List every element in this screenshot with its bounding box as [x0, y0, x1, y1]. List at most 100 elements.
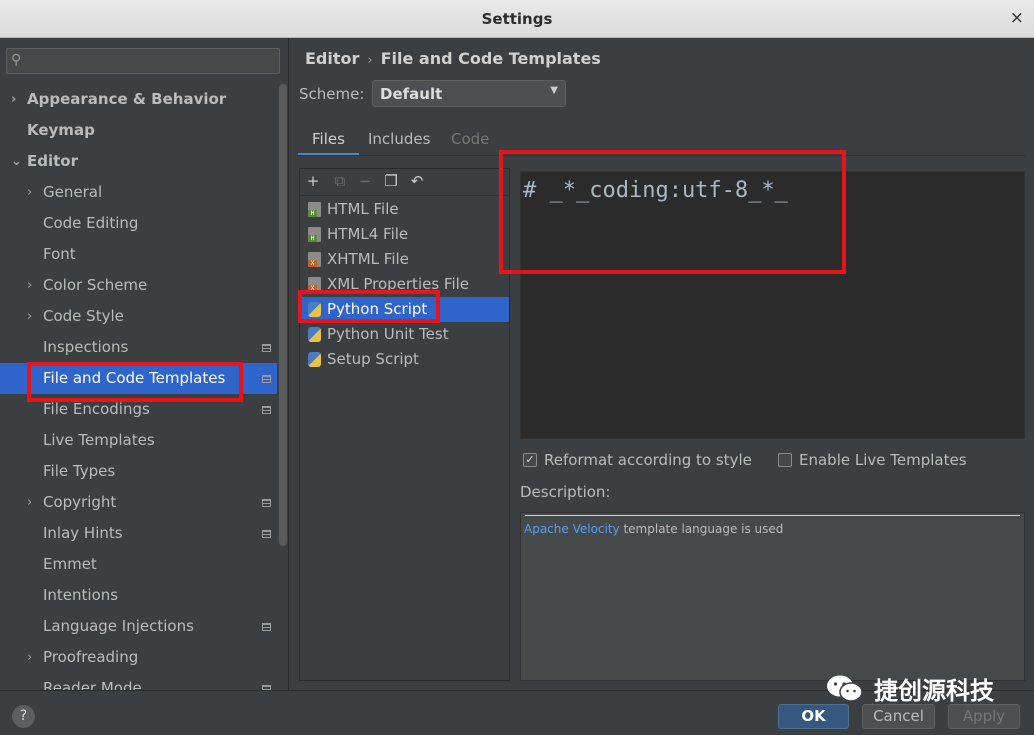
help-button[interactable]: ? [12, 705, 35, 728]
description-text: Apache Velocity template language is use… [524, 522, 783, 536]
wechat-logo [827, 675, 863, 702]
chevron-right-icon[interactable]: › [27, 301, 32, 332]
checkbox-unchecked-icon[interactable] [778, 453, 792, 467]
search-input[interactable]: ⚲ [6, 48, 280, 74]
html4-file-icon: H [308, 227, 321, 242]
annotation-box-code [499, 150, 846, 274]
sidebar-item-code-style[interactable]: › Code Style [0, 301, 277, 332]
live-templates-checkbox[interactable]: Enable Live Templates [778, 450, 967, 470]
close-icon[interactable]: × [1010, 8, 1024, 28]
ok-button[interactable]: OK [778, 704, 849, 729]
sidebar-item-label: Code Editing [43, 214, 139, 232]
breadcrumb: Editor › File and Code Templates [305, 49, 601, 68]
sidebar-item-live-templates[interactable]: Live Templates [0, 425, 277, 456]
tab-includes[interactable]: Includes [354, 126, 444, 156]
sidebar-item-label: General [43, 183, 103, 201]
sidebar-item-label: Intentions [43, 586, 119, 604]
apache-velocity-link[interactable]: Apache Velocity [524, 522, 620, 536]
add-child-icon[interactable]: ⧉ [331, 172, 349, 190]
sidebar-item-file-types[interactable]: File Types [0, 456, 277, 487]
template-item-python-unit-test[interactable]: Python Unit Test [300, 322, 509, 347]
templates-toolbar: + ⧉ − ❐ ↶ [300, 169, 509, 196]
template-label: Python Unit Test [327, 325, 449, 343]
reformat-checkbox[interactable]: ✓ Reformat according to style [523, 450, 752, 470]
sidebar-item-general[interactable]: › General [0, 177, 277, 208]
watermark-text: 捷创源科技 [874, 677, 994, 705]
description-divider [525, 515, 1020, 516]
chevron-right-icon[interactable]: › [27, 487, 32, 518]
chevron-right-icon[interactable]: › [27, 177, 32, 208]
description-label: Description: [520, 483, 611, 501]
project-settings-icon [262, 344, 271, 352]
html-file-icon: H [308, 202, 321, 217]
reformat-label: Reformat according to style [544, 451, 752, 469]
sidebar-item-label: Font [43, 245, 76, 263]
xhtml-file-icon: X [308, 252, 321, 267]
template-label: Setup Script [327, 350, 419, 368]
scheme-label: Scheme: [299, 85, 365, 103]
remove-icon[interactable]: − [356, 172, 374, 190]
sidebar-item-inlay-hints[interactable]: Inlay Hints [0, 518, 277, 549]
breadcrumb-page: File and Code Templates [380, 49, 601, 68]
description-box: Apache Velocity template language is use… [520, 512, 1025, 681]
add-icon[interactable]: + [304, 172, 322, 190]
project-settings-icon [262, 499, 271, 507]
python-file-icon [308, 352, 321, 367]
reset-icon[interactable]: ↶ [408, 172, 426, 190]
sidebar-item-label: Emmet [43, 555, 97, 573]
sidebar-item-label: Color Scheme [43, 276, 148, 294]
sidebar-item-label: Editor [27, 152, 78, 170]
template-label: XHTML File [327, 250, 409, 268]
sidebar-item-intentions[interactable]: Intentions [0, 580, 277, 611]
sidebar-item-label: Live Templates [43, 431, 155, 449]
sidebar-item-emmet[interactable]: Emmet [0, 549, 277, 580]
tab-code[interactable]: Code [437, 126, 503, 156]
sidebar-item-label: File Types [43, 462, 116, 480]
sidebar-item-label: Copyright [43, 493, 117, 511]
sidebar-item-reader-mode[interactable]: Reader Mode [0, 673, 277, 690]
python-file-icon [308, 327, 321, 342]
search-icon: ⚲ [11, 52, 22, 68]
sidebar-item-appearance-behavior[interactable]: › Appearance & Behavior [0, 84, 277, 115]
template-label: HTML4 File [327, 225, 409, 243]
template-item-html4-file[interactable]: H HTML4 File [300, 222, 509, 247]
cancel-button[interactable]: Cancel [862, 704, 935, 729]
project-settings-icon [262, 530, 271, 538]
checkbox-checked-icon[interactable]: ✓ [523, 453, 537, 467]
sidebar-item-label: Appearance & Behavior [27, 90, 227, 108]
template-label: HTML File [327, 200, 399, 218]
apply-button[interactable]: Apply [948, 704, 1020, 729]
template-item-setup-script[interactable]: Setup Script [300, 347, 509, 372]
sidebar-item-copyright[interactable]: › Copyright [0, 487, 277, 518]
sidebar-item-proofreading[interactable]: › Proofreading [0, 642, 277, 673]
chevron-right-icon[interactable]: › [27, 270, 32, 301]
breadcrumb-root[interactable]: Editor [305, 49, 359, 68]
window-title: Settings [481, 10, 553, 28]
sidebar-item-font[interactable]: Font [0, 239, 277, 270]
template-item-html-file[interactable]: H HTML File [300, 197, 509, 222]
chevron-right-icon[interactable]: › [11, 84, 16, 115]
sidebar-item-label: Keymap [27, 121, 95, 139]
annotation-box-template [298, 290, 440, 323]
templates-list-panel: + ⧉ − ❐ ↶ H HTML File H HTML4 File X XHTML Fi… [299, 168, 510, 681]
chevron-down-icon[interactable]: ⌄ [11, 146, 22, 177]
sidebar-item-label: Inspections [43, 338, 129, 356]
sidebar-item-inspections[interactable]: Inspections [0, 332, 277, 363]
chevron-down-icon: ▼ [550, 85, 558, 96]
sidebar-item-keymap[interactable]: Keymap [0, 115, 277, 146]
project-settings-icon [262, 406, 271, 414]
sidebar-item-label: Language Injections [43, 617, 194, 635]
sidebar-item-code-editing[interactable]: Code Editing [0, 208, 277, 239]
template-item-xhtml-file[interactable]: X XHTML File [300, 247, 509, 272]
scheme-dropdown[interactable]: Default ▼ [372, 80, 566, 107]
chevron-right-icon[interactable]: › [27, 642, 32, 673]
sidebar-item-label: Code Style [43, 307, 124, 325]
tab-files[interactable]: Files [298, 126, 359, 156]
sidebar-item-editor[interactable]: ⌄ Editor [0, 146, 277, 177]
copy-icon[interactable]: ❐ [382, 172, 400, 190]
sidebar-scrollbar[interactable] [279, 84, 287, 546]
sidebar-item-color-scheme[interactable]: › Color Scheme [0, 270, 277, 301]
sidebar-item-label: Inlay Hints [43, 524, 123, 542]
sidebar-item-language-injections[interactable]: Language Injections [0, 611, 277, 642]
annotation-box-tree [27, 362, 243, 402]
